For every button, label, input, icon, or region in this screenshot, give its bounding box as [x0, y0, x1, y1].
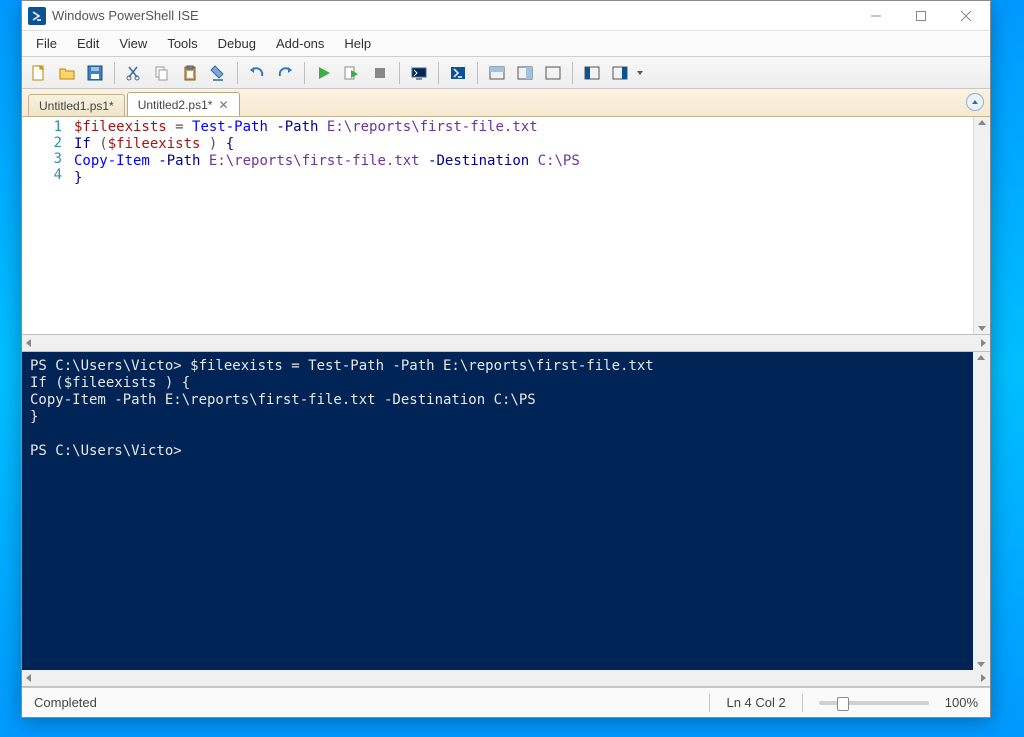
code-line[interactable]: } — [74, 170, 973, 187]
status-message: Completed — [34, 695, 97, 710]
start-powershell-icon[interactable] — [445, 60, 471, 86]
console-pane: PS C:\Users\Victo> $fileexists = Test-Pa… — [22, 352, 990, 670]
window-controls — [853, 2, 988, 30]
toolbar-separator — [477, 62, 478, 84]
console-horizontal-scrollbar[interactable] — [22, 670, 990, 687]
line-number-gutter: 1234 — [22, 117, 70, 334]
menu-help[interactable]: Help — [334, 33, 381, 54]
undo-icon[interactable] — [244, 60, 270, 86]
toolbar-separator — [399, 62, 400, 84]
titlebar: Windows PowerShell ISE — [22, 1, 990, 31]
statusbar: Completed Ln 4 Col 2 100% — [22, 687, 990, 717]
copy-icon[interactable] — [149, 60, 175, 86]
layout-full-icon[interactable] — [540, 60, 566, 86]
layout-top-icon[interactable] — [484, 60, 510, 86]
console-output[interactable]: PS C:\Users\Victo> $fileexists = Test-Pa… — [22, 352, 973, 670]
code-content[interactable]: $fileexists = Test-Path -Path E:\reports… — [70, 117, 973, 334]
script-editor[interactable]: 1234 $fileexists = Test-Path -Path E:\re… — [22, 117, 990, 335]
menu-debug[interactable]: Debug — [208, 33, 266, 54]
line-number: 4 — [22, 167, 62, 183]
tab-untitled1[interactable]: Untitled1.ps1* — [28, 94, 125, 116]
close-tab-icon[interactable]: ✕ — [218, 98, 228, 112]
toolbar-separator — [572, 62, 573, 84]
collapse-editor-icon[interactable] — [966, 93, 984, 111]
tab-untitled2[interactable]: Untitled2.ps1* ✕ — [127, 92, 240, 116]
editor-horizontal-scrollbar[interactable] — [22, 335, 990, 352]
minimize-button[interactable] — [853, 2, 898, 30]
code-line[interactable]: $fileexists = Test-Path -Path E:\reports… — [74, 119, 973, 136]
console-vertical-scrollbar[interactable] — [973, 352, 990, 670]
stop-icon[interactable] — [367, 60, 393, 86]
close-button[interactable] — [943, 2, 988, 30]
layout-right-icon[interactable] — [512, 60, 538, 86]
code-line[interactable]: If ($fileexists ) { — [74, 136, 973, 153]
line-number: 2 — [22, 135, 62, 151]
new-file-icon[interactable] — [26, 60, 52, 86]
menu-file[interactable]: File — [26, 33, 67, 54]
run-icon[interactable] — [311, 60, 337, 86]
cursor-position: Ln 4 Col 2 — [726, 695, 785, 710]
open-file-icon[interactable] — [54, 60, 80, 86]
show-command-icon[interactable] — [579, 60, 605, 86]
toolbar — [22, 57, 990, 89]
redo-icon[interactable] — [272, 60, 298, 86]
menu-view[interactable]: View — [109, 33, 157, 54]
clear-icon[interactable] — [205, 60, 231, 86]
maximize-button[interactable] — [898, 2, 943, 30]
zoom-level: 100% — [945, 695, 978, 710]
code-line[interactable]: Copy-Item -Path E:\reports\first-file.tx… — [74, 153, 973, 170]
toolbar-separator — [304, 62, 305, 84]
run-selection-icon[interactable] — [339, 60, 365, 86]
line-number: 1 — [22, 119, 62, 135]
new-remote-icon[interactable] — [406, 60, 432, 86]
menu-tools[interactable]: Tools — [157, 33, 207, 54]
show-addon-icon[interactable] — [607, 60, 633, 86]
save-icon[interactable] — [82, 60, 108, 86]
tab-label: Untitled1.ps1* — [39, 99, 114, 113]
editor-vertical-scrollbar[interactable] — [973, 117, 990, 334]
toolbar-separator — [237, 62, 238, 84]
menu-edit[interactable]: Edit — [67, 33, 109, 54]
app-icon — [28, 7, 46, 25]
line-number: 3 — [22, 151, 62, 167]
app-window: Windows PowerShell ISE File Edit View To… — [21, 0, 991, 718]
menubar: File Edit View Tools Debug Add-ons Help — [22, 31, 990, 57]
paste-icon[interactable] — [177, 60, 203, 86]
zoom-slider[interactable] — [819, 701, 929, 705]
titlebar-title: Windows PowerShell ISE — [52, 8, 853, 23]
editor-tabstrip: Untitled1.ps1* Untitled2.ps1* ✕ — [22, 89, 990, 117]
tab-label: Untitled2.ps1* — [138, 98, 213, 112]
toolbar-overflow-icon[interactable] — [635, 60, 645, 86]
cut-icon[interactable] — [121, 60, 147, 86]
toolbar-separator — [114, 62, 115, 84]
toolbar-separator — [438, 62, 439, 84]
menu-addons[interactable]: Add-ons — [266, 33, 334, 54]
